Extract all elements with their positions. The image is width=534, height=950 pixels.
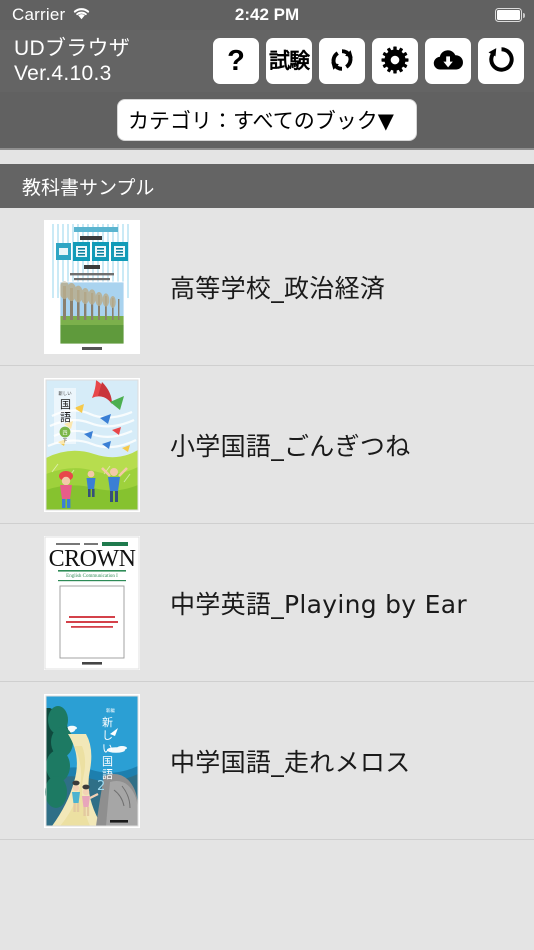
app-window: Carrier 2:42 PM UDブラウザ Ver.4.10.3 ? 試験 カ… bbox=[0, 0, 534, 950]
svg-text:下: 下 bbox=[63, 438, 68, 444]
svg-text:English Communication I: English Communication I bbox=[66, 574, 118, 579]
book-cover-seiji-keizai bbox=[44, 219, 140, 354]
book-title: 中学英語_Playing by Ear bbox=[170, 589, 467, 619]
battery-fill bbox=[497, 10, 520, 20]
status-bar-left: Carrier bbox=[12, 5, 91, 25]
svg-text:新編: 新編 bbox=[106, 707, 115, 714]
book-cover-atarashii-kokugo-2: 新編 新 し い 国 語 2 bbox=[44, 693, 140, 828]
svg-text:新: 新 bbox=[102, 716, 113, 729]
svg-text:い: い bbox=[102, 742, 113, 755]
list-item[interactable]: 新編 新 し い 国 語 2 中学国語_走れメロス bbox=[0, 682, 534, 840]
restore-circular-arrow-icon bbox=[486, 44, 517, 78]
book-title: 小学国語_ごんぎつね bbox=[170, 431, 411, 461]
svg-text:語: 語 bbox=[60, 411, 71, 424]
section-header: 教科書サンプル bbox=[0, 164, 534, 208]
exam-text-icon: 試験 bbox=[269, 48, 310, 73]
cloud-download-icon bbox=[432, 47, 464, 76]
settings-button[interactable] bbox=[372, 38, 418, 84]
download-button[interactable] bbox=[425, 38, 471, 84]
gear-icon bbox=[380, 45, 410, 78]
help-button[interactable]: ? bbox=[213, 38, 259, 84]
list-item[interactable]: 新しい 国 語 四 下 小学国語_ごんぎつね bbox=[0, 366, 534, 524]
book-cover-atarashii-kokugo-4: 新しい 国 語 四 下 bbox=[44, 377, 140, 512]
wifi-icon bbox=[72, 5, 91, 25]
book-title: 中学国語_走れメロス bbox=[170, 747, 411, 777]
sync-button[interactable] bbox=[319, 38, 365, 84]
sync-arrows-icon bbox=[326, 44, 358, 79]
svg-text:し: し bbox=[102, 729, 113, 742]
app-version-label: Ver.4.10.3 bbox=[14, 62, 112, 85]
restore-button[interactable] bbox=[478, 38, 524, 84]
carrier-label: Carrier bbox=[12, 5, 66, 24]
list-item[interactable]: 高等学校_政治経済 bbox=[0, 208, 534, 366]
svg-text:四: 四 bbox=[62, 430, 67, 436]
svg-text:国: 国 bbox=[60, 398, 71, 411]
question-mark-icon: ? bbox=[227, 44, 245, 77]
app-name-label: UDブラウザ bbox=[14, 37, 131, 60]
app-title-block: UDブラウザ Ver.4.10.3 bbox=[14, 36, 130, 86]
svg-text:国: 国 bbox=[102, 755, 113, 768]
book-title: 高等学校_政治経済 bbox=[170, 273, 386, 303]
app-header: UDブラウザ Ver.4.10.3 ? 試験 bbox=[0, 30, 534, 92]
category-dropdown[interactable]: カテゴリ：すべてのブック▼ bbox=[117, 99, 417, 141]
svg-text:新しい: 新しい bbox=[58, 390, 72, 397]
book-list: 高等学校_政治経済 新しい 国 語 四 下 小学国語_ごんぎつね CROWN E… bbox=[0, 208, 534, 950]
svg-text:2: 2 bbox=[97, 779, 105, 794]
battery-full-icon bbox=[495, 8, 525, 22]
header-toolbar: ? 試験 bbox=[213, 38, 524, 84]
category-bar: カテゴリ：すべてのブック▼ bbox=[0, 92, 534, 150]
status-bar-right bbox=[495, 8, 525, 22]
section-title: 教科書サンプル bbox=[22, 176, 155, 199]
exam-button[interactable]: 試験 bbox=[266, 38, 312, 84]
svg-text:CROWN: CROWN bbox=[49, 546, 136, 572]
book-cover-crown: CROWN English Communication I bbox=[44, 535, 140, 670]
category-dropdown-label: カテゴリ：すべてのブック▼ bbox=[128, 109, 394, 133]
list-item[interactable]: CROWN English Communication I 中学英語_Playi… bbox=[0, 524, 534, 682]
status-bar: Carrier 2:42 PM bbox=[0, 0, 534, 30]
